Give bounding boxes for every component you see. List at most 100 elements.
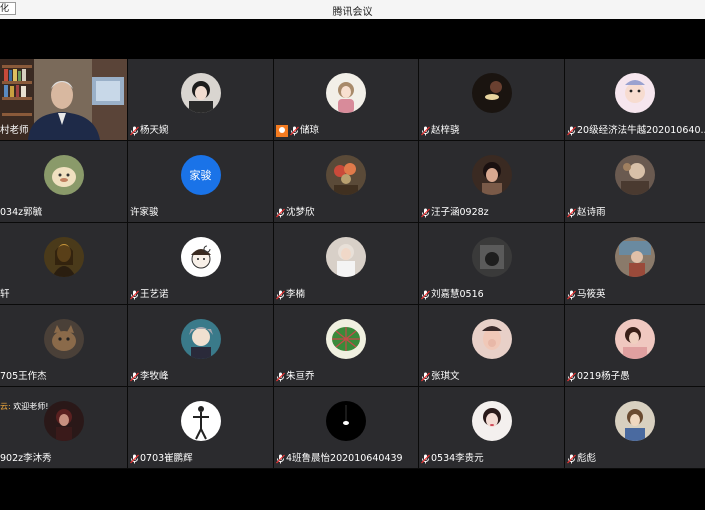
participant-name-bar: 储琼 — [276, 124, 319, 138]
participant-tile[interactable]: 彪彪 — [565, 387, 705, 468]
avatar — [471, 401, 512, 441]
participant-tile[interactable]: 汪子涵0928z — [419, 141, 564, 222]
participant-tile[interactable]: 李牧峰 — [128, 305, 273, 386]
mic-muted-icon — [276, 208, 285, 218]
participant-tile[interactable]: 0534李贵元 — [419, 387, 564, 468]
mic-muted-icon — [567, 126, 576, 136]
avatar — [180, 319, 221, 359]
participant-name-bar: 李楠 — [276, 288, 305, 302]
participant-name: 902z李沐秀 — [0, 453, 52, 464]
participant-name-bar: 赵梓骁 — [421, 124, 460, 138]
participant-tile[interactable]: 4班鲁晨怡202010640439 — [274, 387, 418, 468]
participant-name: 赵梓骁 — [431, 125, 460, 136]
app-title: 腾讯会议 — [332, 7, 373, 18]
participant-name-bar: 彪彪 — [567, 452, 596, 466]
participant-tile[interactable]: 马筱英 — [565, 223, 705, 304]
mic-muted-icon — [421, 126, 430, 136]
participant-tile[interactable]: 刘嘉慧0516 — [419, 223, 564, 304]
participant-tile[interactable]: 赵梓骁 — [419, 59, 564, 140]
avatar — [326, 73, 366, 113]
participant-tile[interactable]: 张琪文 — [419, 305, 564, 386]
participant-tile[interactable]: 705王作杰 — [0, 305, 127, 386]
participant-name: 705王作杰 — [0, 371, 47, 382]
avatar — [180, 237, 221, 277]
avatar — [615, 155, 655, 195]
participant-tile[interactable]: 20级经济法牛越202010640... — [565, 59, 705, 140]
participant-name: 李牧峰 — [140, 371, 169, 382]
mic-muted-icon — [421, 290, 430, 300]
mic-muted-icon — [567, 372, 576, 382]
participant-name: 0219杨子愚 — [577, 371, 630, 382]
mic-muted-icon — [276, 454, 285, 464]
participant-name-bar: 902z李沐秀 — [0, 452, 52, 466]
participant-tile[interactable]: 朱亘乔 — [274, 305, 418, 386]
participant-tile[interactable]: 王艺诺 — [128, 223, 273, 304]
title-bar: 化 腾讯会议 — [0, 0, 705, 19]
mic-muted-icon — [276, 290, 285, 300]
mic-muted-icon — [567, 208, 576, 218]
participant-name: 王艺诺 — [140, 289, 169, 300]
avatar — [180, 73, 221, 113]
participant-name: 李楠 — [286, 289, 306, 300]
participant-name: 轩 — [0, 289, 10, 300]
host-icon — [276, 125, 288, 137]
participant-grid: 村老师 杨天婉 储琼 赵梓骁 20级经济法牛越202010640... 034z郭毓 家骏许… — [0, 59, 705, 469]
participant-name: 杨天婉 — [140, 125, 169, 136]
participant-tile[interactable]: 云: 欢迎老师! 902z李沐秀 — [0, 387, 127, 468]
participant-name-bar: 村老师 — [0, 124, 29, 138]
participant-name: 刘嘉慧0516 — [431, 289, 484, 300]
participant-name-bar: 0219杨子愚 — [567, 370, 630, 384]
participant-name-bar: 张琪文 — [421, 370, 460, 384]
participant-tile[interactable]: 村老师 — [0, 59, 127, 140]
avatar — [471, 155, 512, 195]
participant-tile[interactable]: 储琼 — [274, 59, 418, 140]
participant-name: 许家骏 — [130, 207, 159, 218]
chat-bubble: 云: 欢迎老师! — [0, 401, 48, 412]
mic-muted-icon — [567, 290, 576, 300]
avatar — [43, 319, 84, 359]
avatar — [326, 237, 366, 277]
mic-muted-icon — [276, 372, 285, 382]
avatar-initials: 家骏 — [189, 169, 212, 182]
participant-name-bar: 朱亘乔 — [276, 370, 315, 384]
participant-name-bar: 许家骏 — [130, 206, 159, 220]
participant-name: 储琼 — [300, 125, 320, 136]
avatar — [615, 73, 655, 113]
participant-name-bar: 王艺诺 — [130, 288, 169, 302]
participant-tile[interactable]: 034z郭毓 — [0, 141, 127, 222]
participant-name: 沈梦欣 — [286, 207, 315, 218]
participant-tile[interactable]: 轩 — [0, 223, 127, 304]
avatar — [615, 319, 655, 359]
participant-name-bar: 0703崔鹏辉 — [130, 452, 193, 466]
participant-tile[interactable]: 李楠 — [274, 223, 418, 304]
avatar — [326, 155, 366, 195]
participant-name: 20级经济法牛越202010640... — [577, 125, 705, 136]
mic-muted-icon — [130, 290, 139, 300]
participant-tile[interactable]: 赵诗雨 — [565, 141, 705, 222]
participant-tile[interactable]: 0703崔鹏辉 — [128, 387, 273, 468]
participant-name-bar: 20级经济法牛越202010640... — [567, 124, 705, 138]
mic-muted-icon — [130, 126, 139, 136]
avatar — [471, 237, 512, 277]
participant-tile[interactable]: 沈梦欣 — [274, 141, 418, 222]
mic-muted-icon — [130, 372, 139, 382]
participant-name: 0703崔鹏辉 — [140, 453, 193, 464]
participant-name: 0534李贵元 — [431, 453, 484, 464]
participant-name: 赵诗雨 — [577, 207, 606, 218]
participant-name-bar: 0534李贵元 — [421, 452, 484, 466]
mic-muted-icon — [130, 454, 139, 464]
avatar — [180, 401, 221, 441]
participant-name: 村老师 — [0, 125, 29, 136]
participant-name-bar: 705王作杰 — [0, 370, 47, 384]
participant-name-bar: 马筱英 — [567, 288, 606, 302]
avatar — [43, 237, 84, 277]
participant-name: 朱亘乔 — [286, 371, 315, 382]
participant-name-bar: 刘嘉慧0516 — [421, 288, 484, 302]
participant-name-bar: 沈梦欣 — [276, 206, 315, 220]
avatar: 家骏 — [180, 155, 221, 195]
participant-tile[interactable]: 0219杨子愚 — [565, 305, 705, 386]
participant-tile[interactable]: 杨天婉 — [128, 59, 273, 140]
avatar — [43, 401, 84, 441]
mic-muted-icon — [290, 126, 299, 136]
participant-tile[interactable]: 家骏许家骏 — [128, 141, 273, 222]
